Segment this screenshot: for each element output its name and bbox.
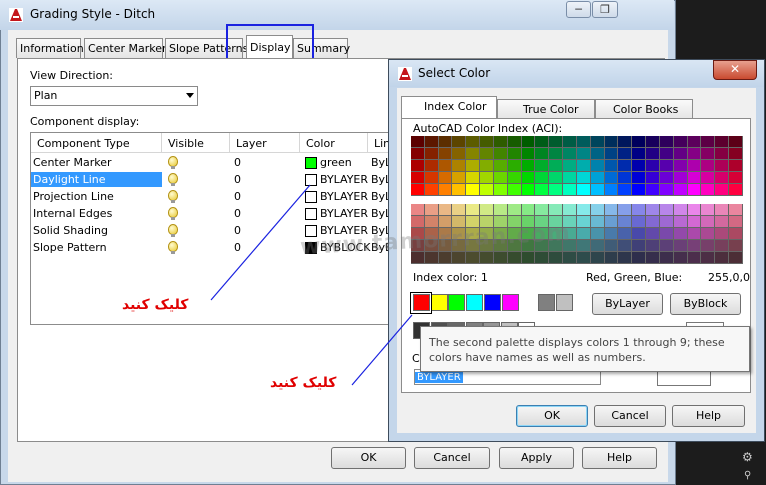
pointer-line-2 — [351, 314, 413, 386]
click-annotation-2: کلیک کنید — [270, 375, 337, 391]
click-annotation-1: کلیک کنید — [122, 297, 189, 313]
annotation-lines — [210, 184, 413, 386]
pointer-line-1 — [210, 184, 311, 301]
